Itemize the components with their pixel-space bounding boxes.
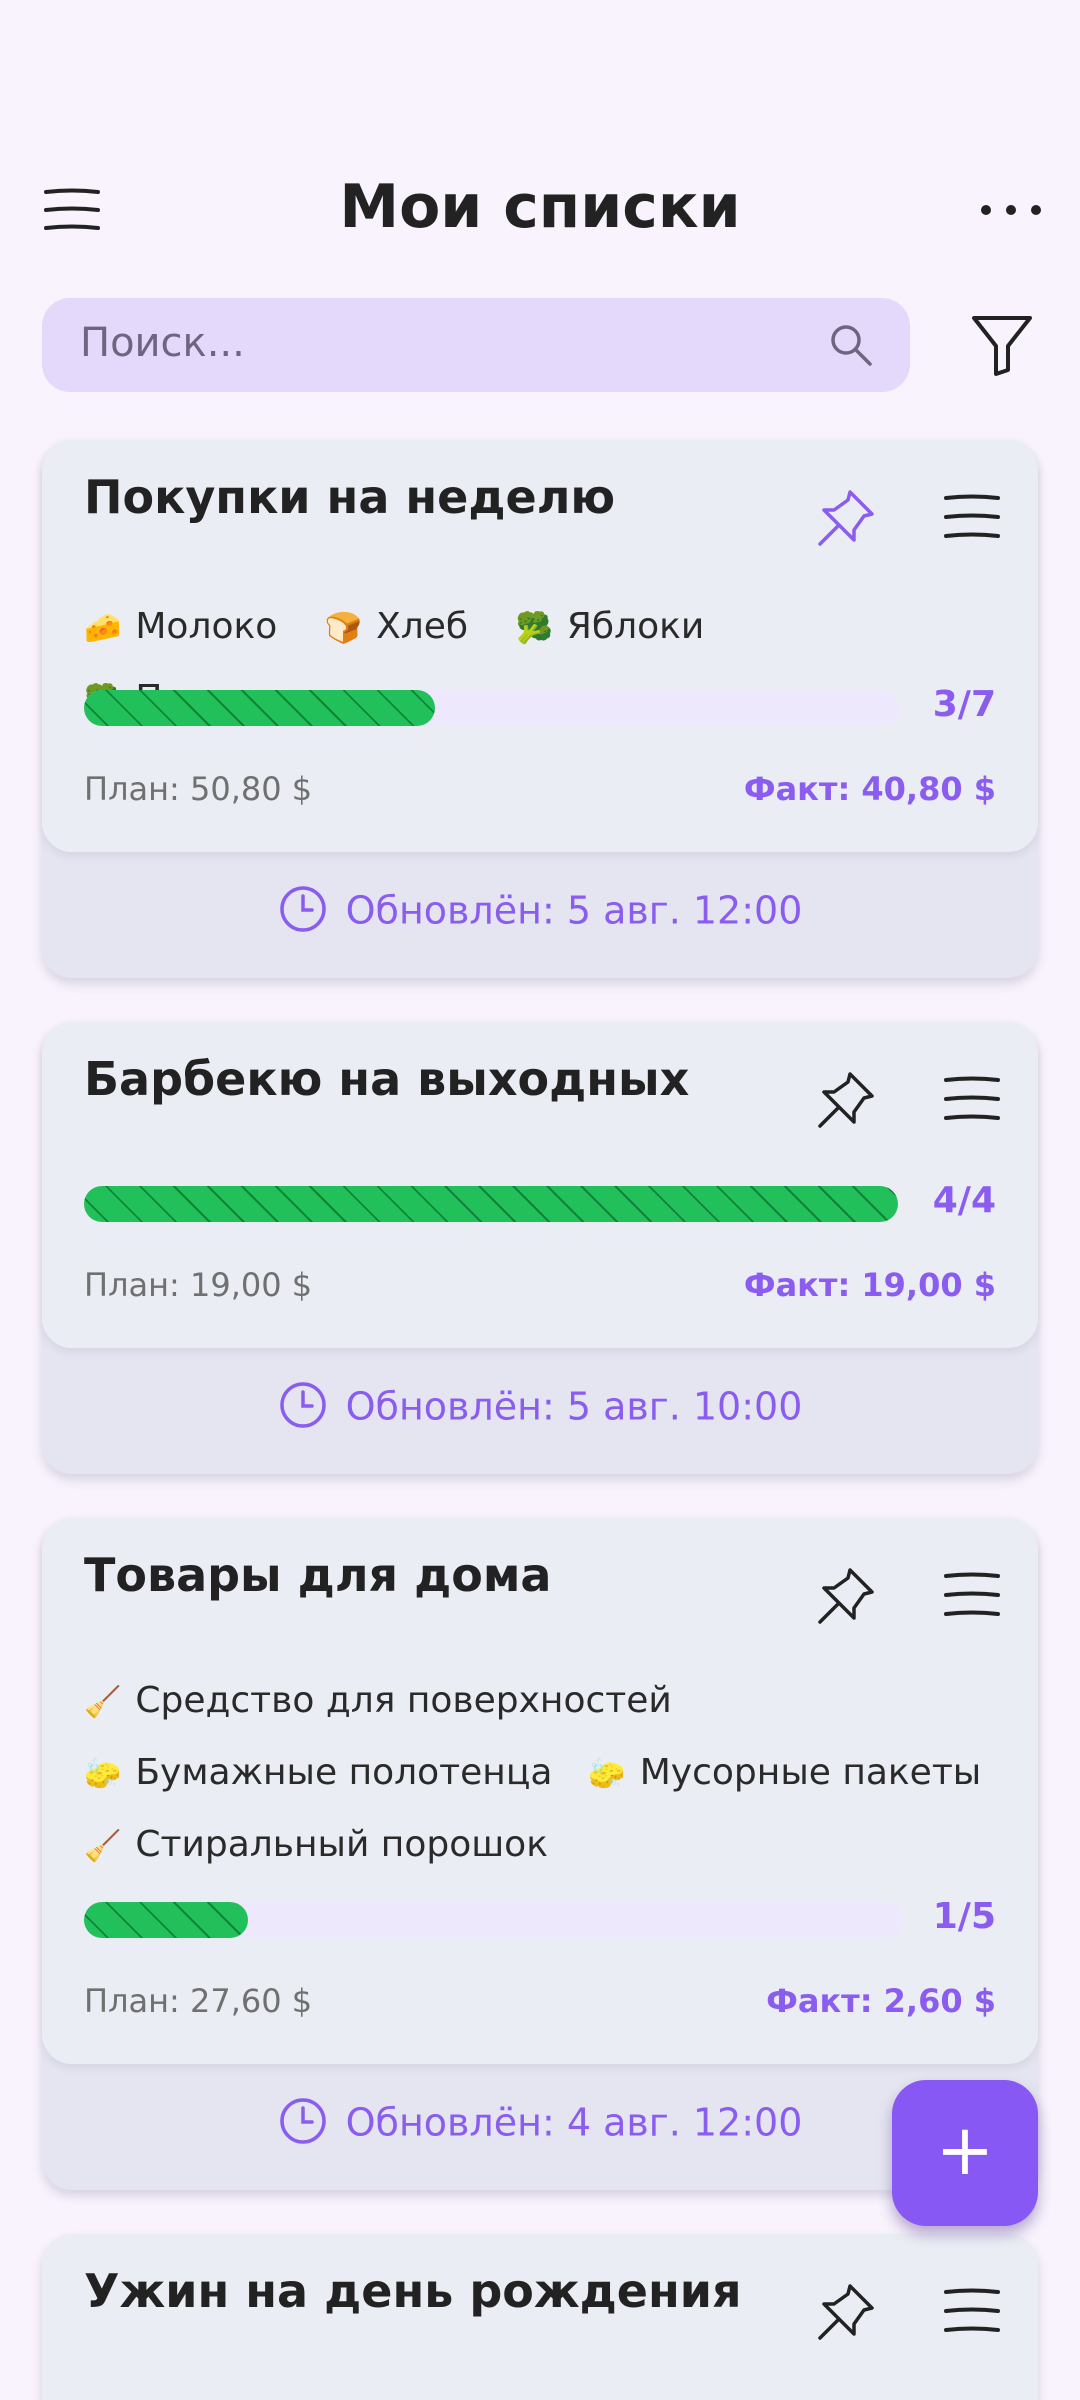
filter-icon[interactable] [970, 312, 1034, 378]
list-card[interactable]: Ужин на день рождения [42, 2234, 1038, 2400]
progress-count: 1/5 [932, 1896, 996, 1937]
list-card-body: Покупки на неделю 🧀 Молоко 🍞 Хлеб 🥦 Яблоки … [42, 440, 1038, 852]
plus-icon: + [935, 2109, 995, 2191]
search-input[interactable]: Поиск... [42, 298, 910, 392]
list-card[interactable]: Барбекю на выходных 4/4 План: 19,00 $ Фа… [42, 1022, 1038, 1474]
list-item: 🧹 Средство для поверхностей [84, 1680, 672, 1721]
pin-icon[interactable] [814, 1068, 878, 1132]
list-item: 🧀 Молоко [84, 606, 278, 647]
progress-bar [84, 1186, 898, 1222]
pin-icon[interactable] [814, 2280, 878, 2344]
updated-time: Обновлён: 5 авг. 12:00 [42, 886, 1038, 938]
list-title: Покупки на неделю [84, 470, 616, 524]
list-title: Товары для дома [84, 1548, 552, 1602]
more-icon[interactable] [976, 186, 1046, 234]
progress-fill [84, 1186, 898, 1222]
list-card[interactable]: Товары для дома 🧹 Средство для поверхност… [42, 1518, 1038, 2190]
list-item: 🧽 Бумажные полотенца [84, 1752, 553, 1793]
clock-icon [278, 2096, 328, 2146]
progress-count: 4/4 [932, 1180, 996, 1221]
clock-icon [278, 884, 328, 934]
pin-icon[interactable] [814, 486, 878, 550]
clock-icon [278, 1380, 328, 1430]
progress-bar [84, 1902, 904, 1938]
list-icon[interactable] [942, 1074, 1002, 1124]
list-item: 🍞 Хлеб [324, 606, 469, 647]
list-item: 🧽 Мусорные пакеты [588, 1752, 982, 1793]
page-title: Мои списки [339, 172, 741, 242]
fact-amount: Факт: 40,80 $ [743, 770, 996, 808]
list-items: 🧹 Средство для поверхностей 🧽 Бумажные пол… [84, 1666, 998, 1882]
list-icon[interactable] [942, 1570, 1002, 1620]
list-card-body: Товары для дома 🧹 Средство для поверхност… [42, 1518, 1038, 2064]
plan-amount: План: 19,00 $ [84, 1266, 313, 1304]
app-bar: Мои списки [0, 160, 1080, 260]
list-title: Ужин на день рождения [84, 2264, 742, 2318]
search-placeholder: Поиск... [80, 320, 245, 366]
list-item: 🧹 Стиральный порошок [84, 1824, 548, 1865]
updated-time: Обновлён: 4 авг. 12:00 [42, 2098, 1038, 2150]
add-list-button[interactable]: + [892, 2080, 1038, 2226]
plan-amount: План: 27,60 $ [84, 1982, 313, 2020]
progress-fill [84, 1902, 248, 1938]
progress-bar [84, 690, 900, 726]
updated-time: Обновлён: 5 авг. 10:00 [42, 1382, 1038, 1434]
plan-amount: План: 50,80 $ [84, 770, 313, 808]
list-icon[interactable] [942, 492, 1002, 542]
list-item: 🥦 Яблоки [515, 606, 705, 647]
progress-count: 3/7 [932, 684, 996, 725]
search-row: Поиск... [42, 298, 1042, 394]
list-card[interactable]: Покупки на неделю 🧀 Молоко 🍞 Хлеб 🥦 Яблоки … [42, 440, 1038, 978]
fact-amount: Факт: 19,00 $ [743, 1266, 996, 1304]
list-card-body: Барбекю на выходных 4/4 План: 19,00 $ Фа… [42, 1022, 1038, 1348]
list-icon[interactable] [942, 2286, 1002, 2336]
list-title: Барбекю на выходных [84, 1052, 690, 1106]
pin-icon[interactable] [814, 1564, 878, 1628]
search-icon[interactable] [828, 322, 874, 368]
fact-amount: Факт: 2,60 $ [766, 1982, 996, 2020]
progress-fill [84, 690, 435, 726]
